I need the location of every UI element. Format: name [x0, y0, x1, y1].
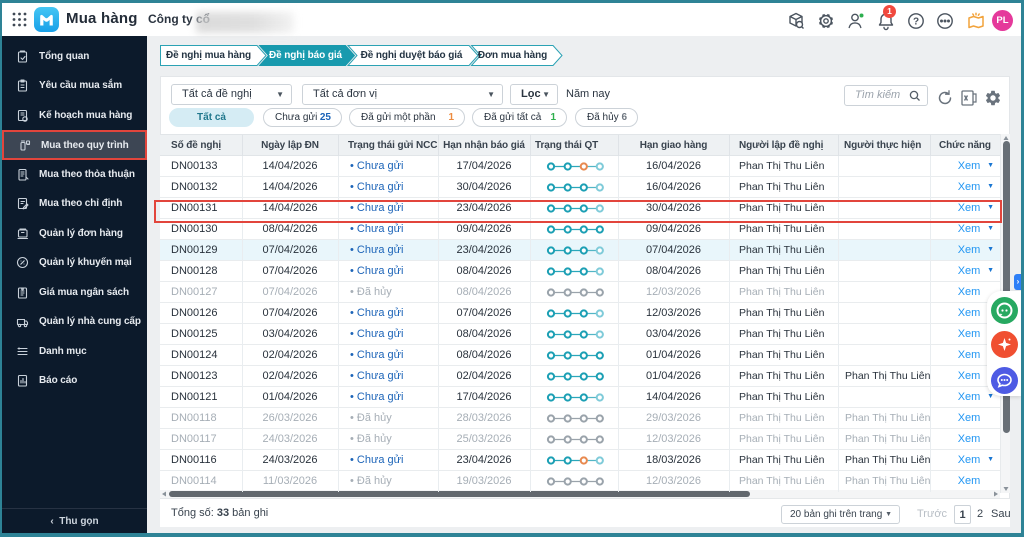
svg-text:?: ?: [913, 17, 919, 28]
